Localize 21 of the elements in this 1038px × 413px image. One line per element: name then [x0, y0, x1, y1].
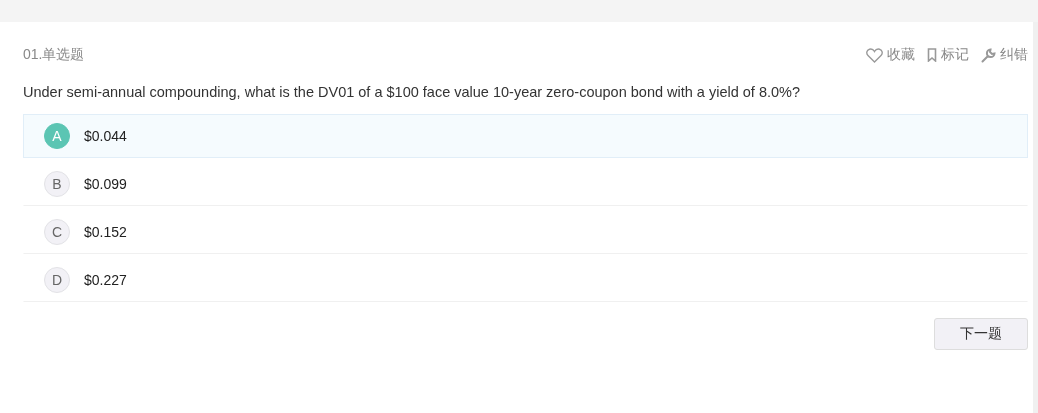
option-letter: B: [44, 171, 70, 197]
bookmark-icon: [927, 48, 937, 62]
bookmark-button[interactable]: 标记: [927, 46, 969, 64]
heart-icon: [866, 47, 883, 63]
answer-option[interactable]: C $0.152: [23, 210, 1028, 254]
answer-option[interactable]: A $0.044: [23, 114, 1028, 158]
question-number: 01.单选题: [23, 46, 85, 64]
wrench-icon: [981, 47, 996, 63]
option-text: $0.099: [84, 176, 127, 192]
option-letter: A: [44, 123, 70, 149]
answer-option[interactable]: D $0.227: [23, 258, 1028, 302]
answer-option[interactable]: B $0.099: [23, 162, 1028, 206]
favorite-button[interactable]: 收藏: [866, 46, 915, 64]
report-error-button[interactable]: 纠错: [981, 46, 1028, 64]
option-text: $0.044: [84, 128, 127, 144]
question-text: Under semi-annual compounding, what is the DV01 of a $100 face value 10-year zero-coupon bond with a yield of 8.0%?: [23, 83, 802, 102]
option-text: $0.152: [84, 224, 127, 240]
next-question-button[interactable]: 下一题: [934, 318, 1028, 350]
option-letter: D: [44, 267, 70, 293]
option-letter: C: [44, 219, 70, 245]
option-text: $0.227: [84, 272, 127, 288]
